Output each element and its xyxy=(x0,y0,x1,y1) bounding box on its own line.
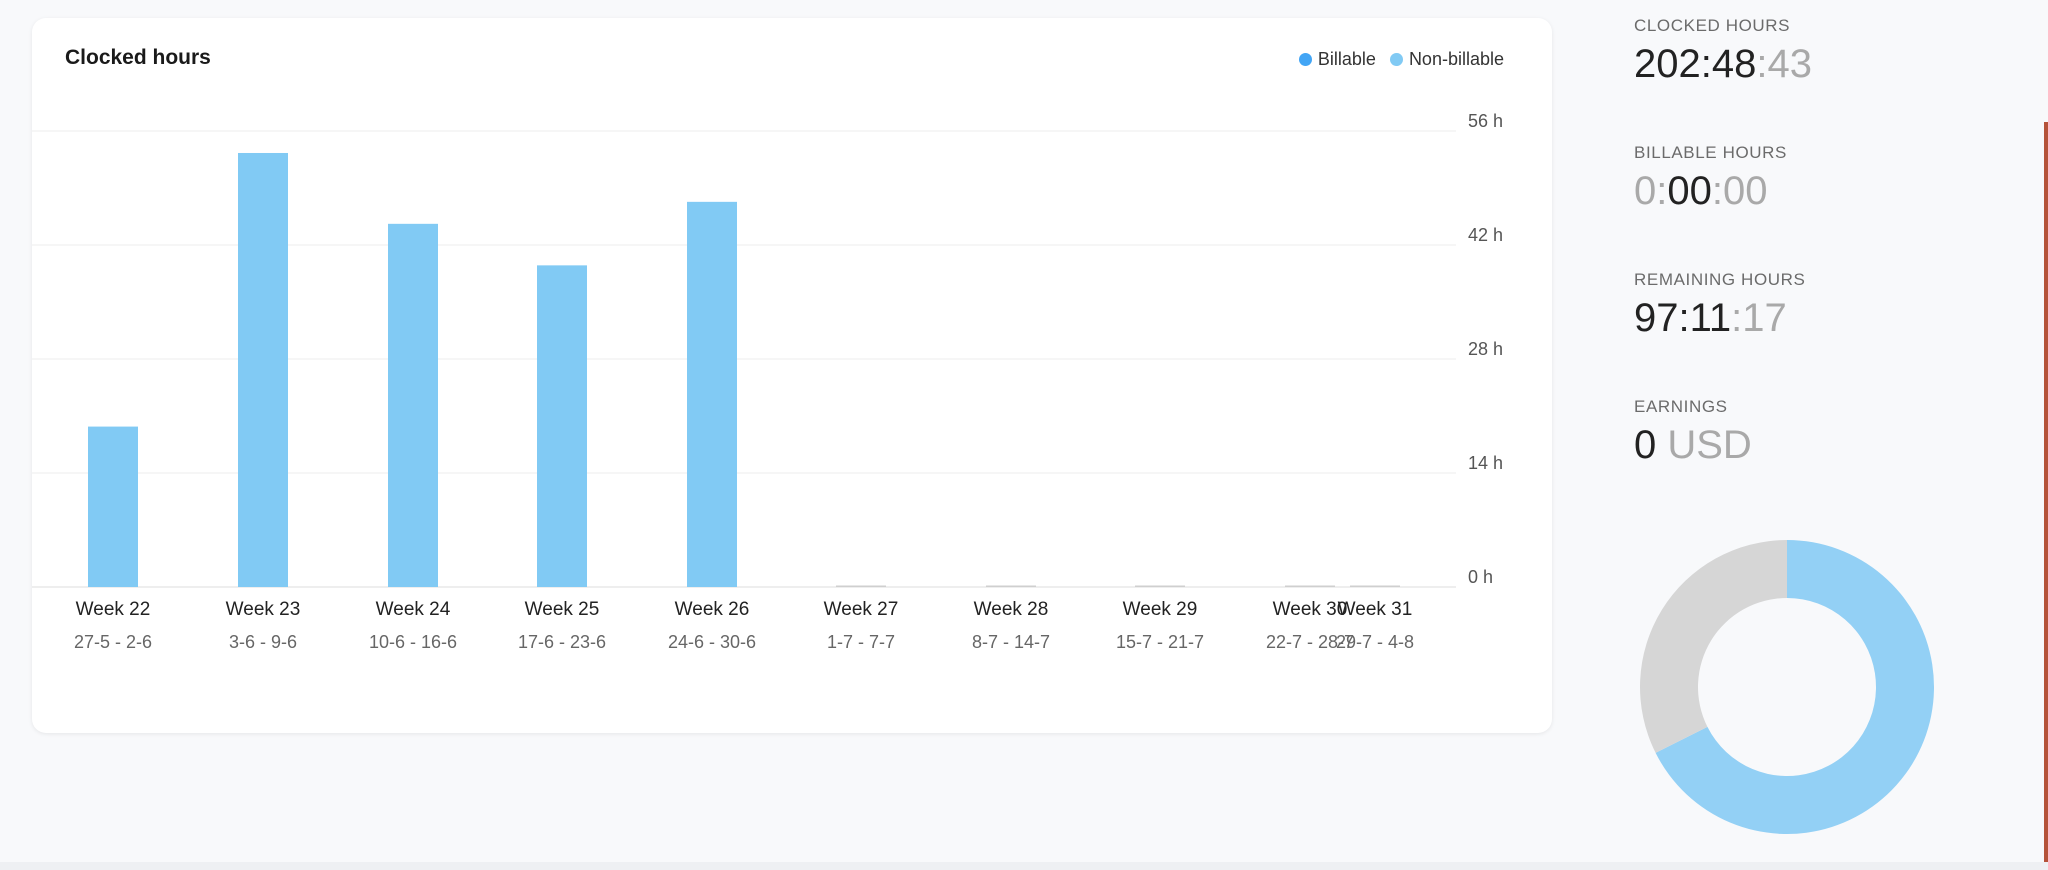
x-tick-week-label: Week 25 xyxy=(525,599,600,620)
x-tick-week-label: Week 23 xyxy=(226,599,301,620)
x-tick-date-range: 3-6 - 9-6 xyxy=(229,632,297,652)
stat-billable-label: BILLABLE HOURS xyxy=(1634,143,1787,162)
x-tick-date-range: 17-6 - 23-6 xyxy=(518,632,606,652)
stat-clocked-seconds: :43 xyxy=(1756,42,1812,86)
y-tick-label: 56 h xyxy=(1468,111,1503,131)
stat-remaining-label: REMAINING HOURS xyxy=(1634,270,1806,289)
bar-non-billable xyxy=(836,585,886,587)
x-tick-week-label: Week 24 xyxy=(376,599,451,620)
donut-segment-remaining xyxy=(1640,540,1787,753)
y-tick-label: 28 h xyxy=(1468,339,1503,359)
stat-clocked-value: 202:48:43 xyxy=(1634,42,1812,87)
stat-remaining-main: 97:11 xyxy=(1634,296,1732,340)
x-tick-week-label: Week 27 xyxy=(824,599,899,620)
x-tick-week-label: Week 30 xyxy=(1273,599,1348,620)
x-tick-date-range: 10-6 - 16-6 xyxy=(369,632,457,652)
bar-non-billable xyxy=(986,585,1036,587)
stat-remaining-seconds: :17 xyxy=(1731,296,1787,340)
bar-non-billable xyxy=(88,426,138,587)
x-tick-week-label: Week 28 xyxy=(974,599,1049,620)
stat-billable-value: 0:00:00 xyxy=(1634,169,1787,214)
stat-billable-main: 00 xyxy=(1667,169,1712,213)
scrollbar-accent xyxy=(2044,122,2048,870)
x-tick-date-range: 27-5 - 2-6 xyxy=(74,632,152,652)
y-tick-label: 14 h xyxy=(1468,453,1503,473)
bar-non-billable xyxy=(1135,585,1185,587)
bar-non-billable xyxy=(238,152,288,587)
x-tick-week-label: Week 22 xyxy=(76,599,151,620)
stat-earnings-currency: USD xyxy=(1656,423,1752,467)
x-tick-date-range: 1-7 - 7-7 xyxy=(827,632,895,652)
stat-billable-hours: BILLABLE HOURS 0:00:00 xyxy=(1634,143,1787,214)
bar-non-billable xyxy=(537,265,587,587)
stat-earnings-value: 0 USD xyxy=(1634,423,1752,468)
x-tick-date-range: 29-7 - 4-8 xyxy=(1336,632,1414,652)
stat-billable-hours-part: 0: xyxy=(1634,169,1668,213)
clocked-hours-bar-chart: 56 h 42 h 28 h 14 h 0 h Week 22 27-5 - 2-6 Week… xyxy=(32,111,1503,652)
y-tick-label: 0 h xyxy=(1468,567,1493,587)
stat-clocked-main: 202:48 xyxy=(1634,42,1757,86)
x-tick-week-label: Week 26 xyxy=(675,599,750,620)
hours-donut-chart xyxy=(1640,540,1934,834)
x-tick-date-range: 15-7 - 21-7 xyxy=(1116,632,1204,652)
bottom-divider xyxy=(0,862,2048,870)
stat-clocked-hours: CLOCKED HOURS 202:48:43 xyxy=(1634,16,1812,87)
stat-clocked-label: CLOCKED HOURS xyxy=(1634,16,1791,35)
x-tick-date-range: 8-7 - 14-7 xyxy=(972,632,1050,652)
x-tick-week-label: Week 31 xyxy=(1338,599,1413,620)
bar-non-billable xyxy=(687,201,737,588)
stat-earnings: EARNINGS 0 USD xyxy=(1634,397,1752,468)
y-tick-label: 42 h xyxy=(1468,225,1503,245)
stat-earnings-main: 0 xyxy=(1634,423,1657,467)
stat-earnings-label: EARNINGS xyxy=(1634,397,1728,416)
stat-billable-seconds: :00 xyxy=(1711,169,1768,213)
bar-non-billable xyxy=(1350,585,1400,587)
stat-remaining-value: 97:11:17 xyxy=(1634,296,1805,341)
x-tick-date-range: 24-6 - 30-6 xyxy=(668,632,756,652)
clocked-hours-card: Clocked hours Billable Non-billable 56 h… xyxy=(32,18,1552,733)
bar-non-billable xyxy=(388,223,438,588)
stat-remaining-hours: REMAINING HOURS 97:11:17 xyxy=(1634,270,1805,341)
bar-non-billable xyxy=(1285,585,1335,587)
x-tick-week-label: Week 29 xyxy=(1123,599,1198,620)
